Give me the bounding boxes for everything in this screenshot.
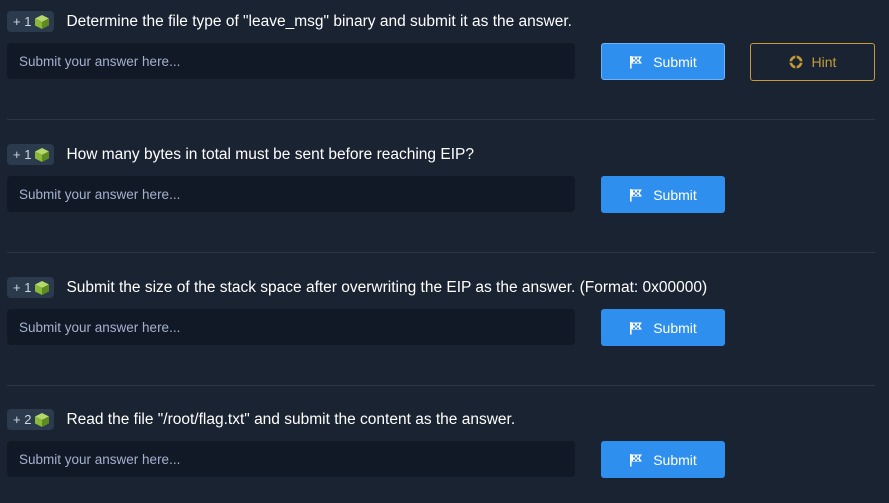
cube-icon	[35, 14, 50, 29]
submit-label: Submit	[653, 319, 697, 336]
points-badge: + 2	[7, 409, 55, 430]
question-text: How many bytes in total must be sent bef…	[66, 145, 474, 163]
cube-icon	[35, 280, 50, 295]
question-header: + 1 Submit the size of the stack space a…	[7, 277, 707, 298]
submit-button[interactable]: Submit	[601, 43, 725, 80]
question-1: + 1 Determine the file type of "leave_ms…	[0, 2, 889, 135]
answer-input[interactable]	[7, 176, 575, 212]
submit-button[interactable]: Submit	[601, 309, 725, 346]
hint-button[interactable]: Hint	[750, 43, 875, 81]
cube-icon	[35, 412, 50, 427]
divider	[7, 252, 875, 253]
submit-label: Submit	[653, 451, 697, 468]
flag-icon	[630, 321, 643, 334]
question-3: + 1 Submit the size of the stack space a…	[0, 268, 889, 401]
submit-label: Submit	[653, 53, 697, 70]
question-header: + 1 How many bytes in total must be sent…	[7, 144, 474, 165]
answer-input[interactable]	[7, 441, 575, 477]
question-header: + 1 Determine the file type of "leave_ms…	[7, 11, 572, 32]
divider	[7, 119, 875, 120]
question-header: + 2 Read the file "/root/flag.txt" and s…	[7, 409, 515, 430]
points-value: + 1	[13, 147, 32, 162]
submit-button[interactable]: Submit	[601, 176, 725, 213]
points-value: + 2	[13, 412, 32, 427]
flag-icon	[630, 188, 643, 201]
question-2: + 1 How many bytes in total must be sent…	[0, 135, 889, 268]
question-4: + 2 Read the file "/root/flag.txt" and s…	[0, 400, 889, 503]
lifebuoy-icon	[789, 55, 803, 69]
points-value: + 1	[13, 14, 32, 29]
points-badge: + 1	[7, 277, 55, 298]
points-badge: + 1	[7, 144, 55, 165]
question-text: Determine the file type of "leave_msg" b…	[66, 12, 572, 30]
hint-label: Hint	[811, 54, 837, 70]
points-value: + 1	[13, 280, 32, 295]
flag-icon	[630, 55, 643, 68]
cube-icon	[35, 147, 50, 162]
question-text: Read the file "/root/flag.txt" and submi…	[66, 410, 516, 428]
submit-button[interactable]: Submit	[601, 441, 725, 478]
question-text: Submit the size of the stack space after…	[66, 278, 708, 296]
divider	[7, 385, 875, 386]
answer-input[interactable]	[7, 309, 575, 345]
points-badge: + 1	[7, 11, 55, 32]
submit-label: Submit	[653, 186, 697, 203]
questions-page: + 1 Determine the file type of "leave_ms…	[0, 0, 889, 503]
answer-input[interactable]	[7, 43, 575, 79]
flag-icon	[630, 453, 643, 466]
